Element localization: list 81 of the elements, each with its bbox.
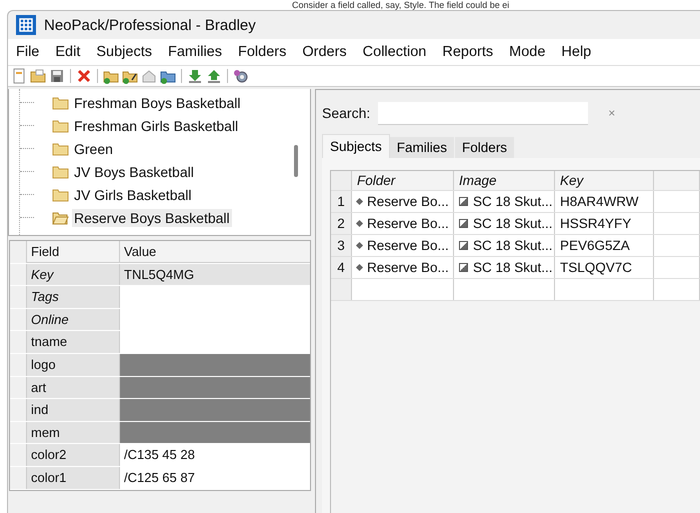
background-document-text: Consider a field called, say, Style. The field could be ei — [292, 0, 510, 10]
image-icon — [459, 219, 468, 228]
row-number[interactable] — [331, 279, 352, 300]
binary-value-cell[interactable] — [120, 422, 310, 444]
row-number[interactable]: 1 — [331, 191, 352, 212]
value-cell[interactable] — [120, 286, 310, 308]
value-cell[interactable]: TNL5Q4MG — [120, 264, 310, 286]
table-cell: SC 18 Skut... — [473, 216, 553, 231]
upload-icon[interactable] — [206, 68, 222, 84]
menu-item[interactable]: Families — [160, 44, 230, 60]
folder-icon — [52, 118, 69, 132]
table-cell: SC 18 Skut... — [473, 238, 553, 253]
delete-icon[interactable] — [76, 68, 92, 84]
table-cell: PEV6G5ZA — [555, 235, 654, 256]
value-cell[interactable]: /C125 65 87 — [120, 466, 310, 489]
folder-icon — [52, 210, 69, 224]
field-name: Online — [27, 308, 120, 330]
tree-item[interactable]: JV Boys Basketball — [72, 162, 196, 180]
app-icon — [16, 15, 36, 35]
search-label: Search: — [322, 105, 370, 121]
search-field[interactable] — [378, 102, 588, 124]
tree-item[interactable]: Freshman Girls Basketball — [72, 116, 240, 134]
binary-value-cell[interactable] — [120, 399, 310, 421]
field-name: tname — [27, 331, 120, 353]
folder-icon — [52, 96, 69, 110]
tab[interactable]: Subjects — [322, 134, 390, 158]
row-number[interactable]: 2 — [331, 213, 352, 234]
field-name: ind — [27, 399, 120, 421]
binary-value-cell[interactable] — [120, 354, 310, 376]
column-header[interactable]: Image — [454, 171, 555, 190]
menu-item[interactable]: Edit — [47, 44, 88, 60]
menu-item[interactable]: Orders — [294, 44, 355, 60]
column-header[interactable]: Key — [555, 171, 654, 190]
value-cell[interactable] — [120, 331, 310, 353]
field-name: art — [27, 376, 120, 398]
image-icon — [459, 197, 468, 206]
menu-item[interactable]: Collection — [354, 44, 434, 60]
menu-item[interactable]: Mode — [501, 44, 554, 60]
tree-item[interactable]: Green — [72, 140, 115, 158]
scrollbar-thumb[interactable] — [294, 145, 298, 177]
tree-item[interactable]: JV Girls Basketball — [72, 186, 194, 204]
table-corner[interactable] — [331, 171, 352, 190]
table-cell: Reserve Bo... — [367, 238, 449, 253]
tab[interactable]: Families — [390, 137, 456, 158]
tab[interactable]: Folders — [455, 137, 516, 158]
row-number[interactable]: 4 — [331, 257, 352, 278]
table-cell: H8AR4WRW — [555, 191, 654, 212]
field-name: color2 — [27, 444, 120, 466]
menu-item[interactable]: Help — [553, 44, 600, 60]
download-icon[interactable] — [187, 68, 203, 84]
table-cell: TSLQQV7C — [555, 257, 654, 278]
column-header[interactable]: Field — [27, 241, 120, 263]
table-cell: Reserve Bo... — [367, 216, 449, 231]
field-name: Key — [27, 264, 120, 286]
tree-item[interactable]: Reserve Boys Basketball — [72, 208, 232, 226]
table-cell: SC 18 Skut... — [473, 194, 553, 209]
field-name: mem — [27, 422, 120, 444]
menu-item[interactable]: Folders — [230, 44, 294, 60]
table-cell: Reserve Bo... — [367, 260, 449, 275]
field-name: logo — [27, 354, 120, 376]
field-name: Tags — [27, 286, 120, 308]
field-name: color1 — [27, 466, 120, 489]
binary-value-cell[interactable] — [120, 376, 310, 398]
window-title: NeoPack/Professional - Bradley — [44, 16, 256, 34]
menu-item[interactable]: File — [8, 44, 48, 60]
folder-icon — [52, 142, 69, 156]
tree-item[interactable]: Freshman Boys Basketball — [72, 94, 243, 112]
table-cell: SC 18 Skut... — [473, 260, 553, 275]
image-icon — [459, 263, 468, 272]
folder-icon — [52, 188, 69, 202]
menu-item[interactable]: Reports — [434, 44, 502, 60]
column-header[interactable]: Folder — [352, 171, 454, 190]
value-cell[interactable]: /C135 45 28 — [120, 444, 310, 466]
document-icon[interactable] — [11, 68, 27, 84]
folder-icon — [52, 164, 69, 178]
table-cell: Reserve Bo... — [367, 194, 449, 209]
table-cell: HSSR4YFY — [555, 213, 654, 234]
menu-item[interactable]: Subjects — [88, 44, 160, 60]
image-icon — [459, 241, 468, 250]
save-icon[interactable] — [49, 68, 65, 84]
row-number[interactable]: 3 — [331, 235, 352, 256]
